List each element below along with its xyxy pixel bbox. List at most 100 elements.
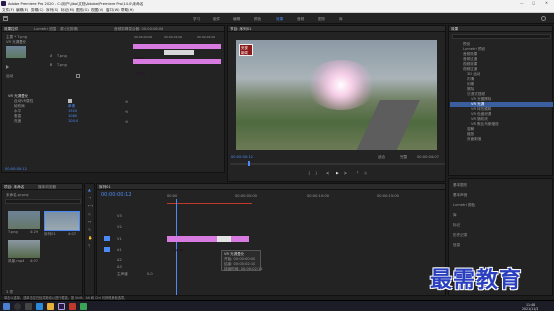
prop-value[interactable]: 1920 xyxy=(68,109,77,113)
track-target-v1[interactable] xyxy=(104,236,110,241)
tree-item[interactable]: VR 默比乌斯缩放 xyxy=(471,122,499,126)
tree-item[interactable]: VR 光圈擦除 xyxy=(471,97,491,101)
ec-checkbox-actual[interactable] xyxy=(76,74,80,78)
play-icon[interactable]: ▶ xyxy=(336,171,339,175)
tab-source[interactable]: 源:(无剪辑) xyxy=(60,27,78,31)
export-frame-icon[interactable]: ◎ xyxy=(364,171,367,175)
tree-item[interactable]: VR 球形模糊 xyxy=(471,107,491,111)
edge-icon[interactable] xyxy=(36,303,43,310)
hand-tool-icon[interactable]: ✋ xyxy=(88,236,92,240)
tab-project[interactable]: 项目: 未命名 xyxy=(4,185,24,189)
master-value[interactable]: 0.0 xyxy=(147,272,153,276)
tab-audio-mixer[interactable]: 音频剪辑混合器: 00:00:06:06 xyxy=(114,27,163,31)
project-thumb-seq[interactable] xyxy=(44,211,80,231)
search-icon[interactable] xyxy=(541,16,546,21)
project-thumb-t[interactable] xyxy=(8,211,40,229)
step-forward-icon[interactable]: |▸ xyxy=(344,171,347,175)
menu-edit[interactable]: 编辑(E) xyxy=(16,8,28,12)
menu-graphics[interactable]: 图形(G) xyxy=(76,8,89,12)
explorer-icon[interactable] xyxy=(47,303,54,310)
panel-libraries[interactable]: 库 xyxy=(453,213,457,217)
track-target-a1[interactable] xyxy=(104,247,110,252)
menu-window[interactable]: 窗口(W) xyxy=(106,8,120,12)
panel-history[interactable]: 历史记录 xyxy=(453,233,467,237)
tree-item[interactable]: 擦除 xyxy=(467,87,474,91)
selection-tool-icon[interactable]: ▲ xyxy=(88,188,91,192)
menu-file[interactable]: 文件(F) xyxy=(2,8,14,12)
workspace-libraries[interactable]: 库 xyxy=(339,17,343,21)
tree-item[interactable]: 预设 xyxy=(463,42,470,46)
panel-lumetri-color[interactable]: Lumetri 颜色 xyxy=(453,203,475,207)
tree-item[interactable]: 页面剥落 xyxy=(467,137,481,141)
maximize-button[interactable]: □ xyxy=(532,1,535,5)
workspace-edit[interactable]: 编辑 xyxy=(233,17,240,21)
menu-clip[interactable]: 剪辑(C) xyxy=(31,8,44,12)
timeline-transition[interactable] xyxy=(217,236,231,242)
ec-clip-bar-b[interactable]: T.png xyxy=(133,59,221,75)
workspace-effects[interactable]: 效果 xyxy=(276,17,283,21)
tree-item[interactable]: VR 随机块 xyxy=(471,117,488,121)
work-area-bar[interactable] xyxy=(167,203,252,204)
prop-value[interactable]: 1080 xyxy=(68,114,77,118)
mark-in-icon[interactable]: { xyxy=(308,171,310,175)
menu-sequence[interactable]: 序列(S) xyxy=(46,8,58,12)
workspace-audio[interactable]: 音频 xyxy=(297,17,304,21)
tree-item[interactable]: 视频效果 xyxy=(463,62,477,66)
tree-item[interactable]: VR 色度泄漏 xyxy=(471,112,491,116)
tree-item[interactable]: 沉浸式视频 xyxy=(467,92,485,96)
tree-item[interactable]: 视频过渡 xyxy=(463,67,477,71)
slip-tool-icon[interactable]: ↔ xyxy=(88,220,91,224)
tab-lumetri-scopes[interactable]: Lumetri 范围 xyxy=(34,27,56,31)
program-timecode[interactable]: 00:00:00:12 xyxy=(231,155,253,159)
start-icon[interactable] xyxy=(3,303,10,310)
prop-value[interactable]: 单像 xyxy=(68,104,75,108)
mark-out-icon[interactable]: } xyxy=(315,171,317,175)
menu-view[interactable]: 视图(V) xyxy=(91,8,103,12)
workspace-learn[interactable]: 学习 xyxy=(193,17,200,21)
prop-value[interactable]: 100.0 xyxy=(68,119,78,123)
search-taskbar-icon[interactable] xyxy=(14,303,21,310)
track-select-icon[interactable]: ⇢ xyxy=(88,196,91,200)
premiere-taskbar-icon[interactable] xyxy=(58,303,65,310)
tree-item[interactable]: Lumetri 预设 xyxy=(463,47,485,51)
reset-icon[interactable]: ⟲ xyxy=(125,120,128,124)
workspace-graphics[interactable]: 图形 xyxy=(318,17,325,21)
ec-checkbox-auto-vr[interactable] xyxy=(68,99,72,103)
panel-essential-sound[interactable]: 基本声音 xyxy=(453,193,467,197)
reset-icon[interactable]: ⟲ xyxy=(125,100,128,104)
tree-item[interactable]: 溶解 xyxy=(467,127,474,131)
app-icon[interactable] xyxy=(69,303,76,310)
tree-item[interactable]: 音频过渡 xyxy=(463,57,477,61)
project-search-input[interactable] xyxy=(5,199,81,204)
timeline-clip-v1-b[interactable]: T.png xyxy=(231,236,249,252)
step-back-icon[interactable]: ◂| xyxy=(326,171,329,175)
minimize-button[interactable]: — xyxy=(520,1,524,5)
playhead-marker[interactable] xyxy=(248,161,250,166)
razor-tool-icon[interactable]: ◇ xyxy=(88,212,91,216)
ec-transition-bar[interactable] xyxy=(164,50,194,55)
reset-icon[interactable]: ⟲ xyxy=(125,110,128,114)
tree-item[interactable]: 内滑 xyxy=(467,77,474,81)
app-icon[interactable] xyxy=(80,303,87,310)
playhead-line[interactable] xyxy=(176,199,177,295)
ec-timecode[interactable]: 00:00:00:12 xyxy=(5,167,27,171)
ec-clip-bar[interactable]: T.png xyxy=(133,44,221,60)
workspace-assembly[interactable]: 组件 xyxy=(213,17,220,21)
tab-program[interactable]: 节目: 序列01 xyxy=(230,27,251,31)
timeline-timecode[interactable]: 00:00:00:12 xyxy=(101,192,132,198)
close-button[interactable]: ✕ xyxy=(545,1,548,5)
ripple-edit-icon[interactable]: ⟷ xyxy=(88,204,93,208)
program-scrubber[interactable] xyxy=(230,163,445,165)
project-thumb-mp4[interactable] xyxy=(8,240,40,258)
panel-markers[interactable]: 标记 xyxy=(453,223,460,227)
tree-item[interactable]: 3D 运动 xyxy=(467,72,480,76)
menu-help[interactable]: 帮助(H) xyxy=(121,8,134,12)
lift-icon[interactable]: ⇡ xyxy=(356,171,359,175)
taskview-icon[interactable] xyxy=(25,303,32,310)
panel-info[interactable]: 信息 xyxy=(453,243,460,247)
tree-item[interactable]: 划像 xyxy=(467,82,474,86)
menu-marker[interactable]: 标记(M) xyxy=(61,8,74,12)
tab-effect-controls[interactable]: 效果控件 xyxy=(4,27,18,31)
type-tool-icon[interactable]: T xyxy=(88,244,90,248)
tab-media-browser[interactable]: 媒体浏览器 xyxy=(38,185,56,189)
